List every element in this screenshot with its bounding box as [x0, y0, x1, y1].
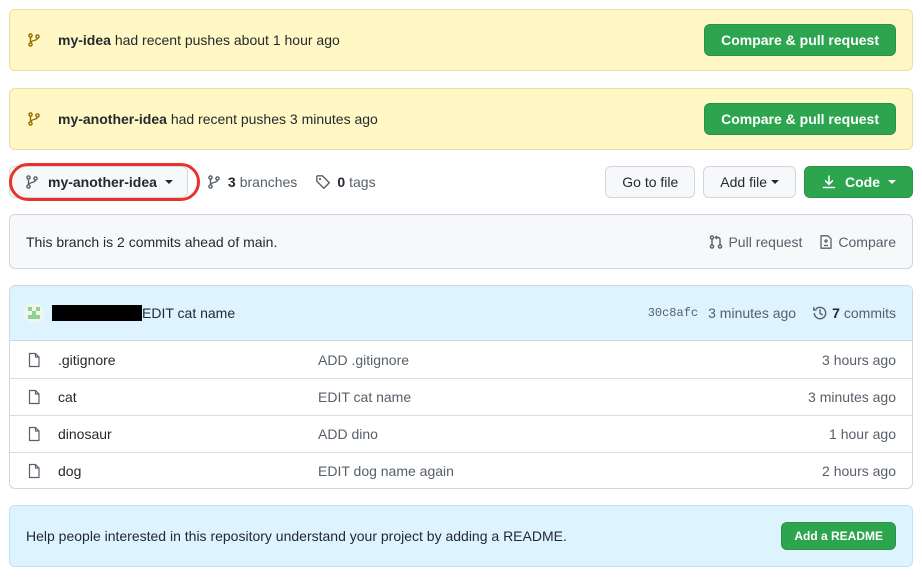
- add-file-button[interactable]: Add file: [703, 166, 796, 198]
- file-icon: [26, 389, 42, 405]
- branches-label: branches: [239, 174, 298, 190]
- file-list: EDIT cat name 30c8afc 3 minutes ago 7 co…: [9, 285, 913, 489]
- file-commit-age: 3 hours ago: [822, 351, 896, 368]
- git-branch-icon: [26, 32, 42, 48]
- commit-message-link[interactable]: EDIT cat name: [142, 305, 648, 321]
- tags-link[interactable]: 0 tags: [315, 174, 376, 190]
- file-commit-message-link[interactable]: EDIT dog name again: [318, 463, 822, 479]
- file-row: dog EDIT dog name again 2 hours ago: [10, 452, 912, 488]
- go-to-file-button[interactable]: Go to file: [605, 166, 696, 198]
- code-button[interactable]: Code: [804, 166, 913, 198]
- banner-branch-name[interactable]: my-another-idea: [58, 111, 167, 127]
- branch-selector[interactable]: my-another-idea: [9, 166, 188, 198]
- commit-time: 3 minutes ago: [708, 305, 797, 321]
- caret-down-icon: [771, 180, 779, 184]
- caret-down-icon: [164, 180, 173, 184]
- git-branch-icon: [24, 174, 40, 190]
- file-row: .gitignore ADD .gitignore 3 hours ago: [10, 341, 912, 378]
- git-pull-request-icon: [708, 234, 728, 250]
- file-icon: [26, 352, 42, 368]
- branches-count: 3: [227, 174, 236, 190]
- recent-push-banner-my-another-idea: my-another-idea had recent pushes 3 minu…: [9, 88, 913, 150]
- caret-down-icon: [888, 180, 896, 184]
- file-commit-age: 1 hour ago: [829, 426, 896, 442]
- readme-prompt-text: Help people interested in this repositor…: [26, 528, 567, 544]
- git-branch-icon: [26, 111, 42, 127]
- banner-branch-name[interactable]: my-idea: [58, 32, 111, 48]
- file-icon: [26, 426, 42, 442]
- file-commit-message-link[interactable]: ADD .gitignore: [318, 352, 822, 368]
- add-readme-button[interactable]: Add a README: [781, 522, 896, 550]
- file-name-link[interactable]: .gitignore: [58, 352, 318, 368]
- redacted-author: [52, 305, 142, 321]
- tags-label: tags: [349, 174, 376, 190]
- latest-commit-header: EDIT cat name 30c8afc 3 minutes ago 7 co…: [10, 286, 912, 341]
- code-button-label: Code: [845, 174, 880, 190]
- branch-status-text: This branch is 2 commits ahead of main.: [26, 233, 278, 250]
- file-commit-message-link[interactable]: ADD dino: [318, 426, 829, 442]
- history-icon: [812, 305, 832, 321]
- file-commit-age: 2 hours ago: [822, 463, 896, 479]
- banner-text: my-idea had recent pushes about 1 hour a…: [58, 32, 704, 48]
- commit-sha-link[interactable]: 30c8afc: [648, 306, 698, 320]
- compare-label: Compare: [838, 233, 896, 250]
- readme-prompt: Help people interested in this repositor…: [9, 505, 913, 567]
- file-name-link[interactable]: dinosaur: [58, 426, 318, 442]
- branch-selector-label: my-another-idea: [48, 174, 157, 190]
- commits-label: commits: [843, 305, 896, 321]
- compare-link[interactable]: Compare: [818, 234, 896, 250]
- diff-icon: [818, 234, 838, 250]
- file-commit-message-link[interactable]: EDIT cat name: [318, 389, 808, 405]
- branches-link[interactable]: 3 branches: [206, 174, 297, 190]
- file-row: dinosaur ADD dino 1 hour ago: [10, 415, 912, 452]
- file-commit-age: 3 minutes ago: [808, 389, 896, 405]
- banner-message: had recent pushes about 1 hour ago: [114, 32, 340, 48]
- banner-message: had recent pushes 3 minutes ago: [170, 111, 378, 127]
- avatar[interactable]: [24, 303, 44, 323]
- repo-toolbar: my-another-idea 3 branches 0 tags Go to …: [9, 166, 913, 198]
- compare-pull-request-button[interactable]: Compare & pull request: [704, 24, 896, 56]
- pull-request-link[interactable]: Pull request: [708, 234, 802, 250]
- file-name-link[interactable]: cat: [58, 389, 318, 405]
- commits-count: 7: [832, 305, 840, 321]
- tag-icon: [315, 174, 331, 190]
- banner-text: my-another-idea had recent pushes 3 minu…: [58, 111, 704, 127]
- git-branch-icon: [206, 174, 222, 190]
- file-row: cat EDIT cat name 3 minutes ago: [10, 378, 912, 415]
- download-icon: [821, 174, 837, 190]
- file-name-link[interactable]: dog: [58, 463, 318, 479]
- recent-push-banner-my-idea: my-idea had recent pushes about 1 hour a…: [9, 9, 913, 71]
- tags-count: 0: [337, 174, 346, 190]
- compare-pull-request-button[interactable]: Compare & pull request: [704, 103, 896, 135]
- pull-request-label: Pull request: [728, 233, 803, 250]
- branch-status-box: This branch is 2 commits ahead of main. …: [9, 214, 913, 269]
- add-file-label: Add file: [720, 174, 767, 190]
- commits-history-link[interactable]: 7 commits: [812, 305, 896, 321]
- file-icon: [26, 463, 42, 479]
